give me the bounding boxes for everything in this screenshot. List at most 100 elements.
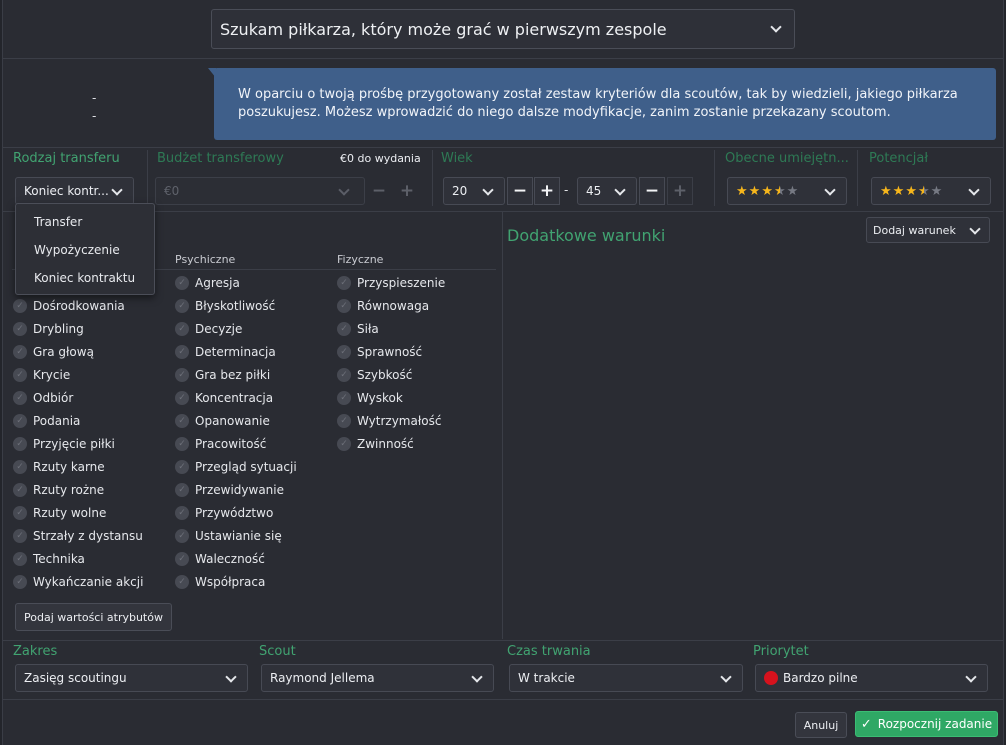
transfer-type-label: Rodzaj transferu bbox=[13, 151, 120, 166]
budget-decrease-button[interactable]: − bbox=[366, 177, 392, 205]
attribute-item[interactable]: ✓ Wykańczanie akcji bbox=[13, 570, 143, 593]
scout-select[interactable]: Raymond Jellema bbox=[261, 664, 494, 692]
attribute-label: Decyzje bbox=[195, 321, 243, 336]
attribute-item[interactable]: ✓ Przyjęcie piłki bbox=[13, 432, 143, 455]
request-select[interactable]: Szukam piłkarza, który może grać w pierw… bbox=[211, 9, 795, 49]
attribute-item[interactable]: ✓ Dośrodkowania bbox=[13, 294, 143, 317]
divider bbox=[432, 150, 433, 206]
attribute-item[interactable]: ✓ Przewidywanie bbox=[175, 478, 297, 501]
check-icon: ✓ bbox=[337, 413, 351, 428]
divider bbox=[147, 150, 148, 206]
attribute-item[interactable]: ✓ Determinacja bbox=[175, 340, 297, 363]
age-max-increase-button[interactable]: + bbox=[667, 177, 693, 205]
scout-value: Raymond Jellema bbox=[270, 671, 375, 685]
attribute-item[interactable]: ✓ Zwinność bbox=[337, 432, 445, 455]
star-icon: ★ bbox=[892, 183, 905, 199]
physical-attributes: ✓ Przyspieszenie ✓ Równowaga ✓ Siła ✓ Sprawn… bbox=[337, 271, 445, 455]
attribute-item[interactable]: ✓ Sprawność bbox=[337, 340, 445, 363]
attribute-item[interactable]: ✓ Decyzje bbox=[175, 317, 297, 340]
attribute-item[interactable]: ✓ Równowaga bbox=[337, 294, 445, 317]
age-max-select[interactable]: 45 bbox=[577, 177, 637, 205]
check-icon: ✓ bbox=[175, 505, 189, 520]
attribute-item[interactable]: ✓ Strzały z dystansu bbox=[13, 524, 143, 547]
attribute-item[interactable]: ✓ Rzuty wolne bbox=[13, 501, 143, 524]
star-rating: ★ ★ ★ ★ ★ bbox=[736, 184, 798, 199]
attribute-item[interactable]: ✓ Agresja bbox=[175, 271, 297, 294]
age-min-select[interactable]: 20 bbox=[443, 177, 505, 205]
budget-increase-button[interactable]: + bbox=[394, 177, 420, 205]
attribute-item[interactable]: ✓ Wytrzymałość bbox=[337, 409, 445, 432]
chevron-down-icon bbox=[338, 184, 350, 196]
attribute-item[interactable]: ✓ Ustawianie się bbox=[175, 524, 297, 547]
attribute-label: Gra głową bbox=[33, 344, 94, 359]
transfer-type-select[interactable]: Koniec kontr... bbox=[15, 177, 134, 205]
age-separator: - bbox=[564, 183, 569, 197]
menu-item-end-of-contract[interactable]: Koniec kontraktu bbox=[16, 264, 154, 292]
attribute-label: Wyskok bbox=[357, 390, 403, 405]
check-icon: ✓ bbox=[337, 321, 351, 336]
start-task-button[interactable]: ✓ Rozpocznij zadanie bbox=[855, 711, 998, 737]
placeholder-line: - bbox=[92, 109, 97, 123]
attribute-label: Przewidywanie bbox=[195, 482, 284, 497]
check-icon: ✓ bbox=[13, 436, 27, 451]
attribute-item[interactable]: ✓ Technika bbox=[13, 547, 143, 570]
attribute-item[interactable]: ✓ Gra głową bbox=[13, 340, 143, 363]
cancel-button[interactable]: Anuluj bbox=[795, 712, 847, 738]
check-icon: ✓ bbox=[175, 275, 189, 290]
attribute-item[interactable]: ✓ Drybling bbox=[13, 317, 143, 340]
attribute-label: Rzuty karne bbox=[33, 459, 105, 474]
check-icon: ✓ bbox=[13, 321, 27, 336]
attribute-item[interactable]: ✓ Podania bbox=[13, 409, 143, 432]
attribute-item[interactable]: ✓ Siła bbox=[337, 317, 445, 340]
add-condition-button[interactable]: Dodaj warunek bbox=[866, 217, 990, 243]
current-ability-select[interactable]: ★ ★ ★ ★ ★ bbox=[727, 177, 847, 205]
attribute-item[interactable]: ✓ Wyskok bbox=[337, 386, 445, 409]
attribute-item[interactable]: ✓ Pracowitość bbox=[175, 432, 297, 455]
physical-header: Fizyczne bbox=[337, 253, 384, 266]
attribute-item[interactable]: ✓ Opanowanie bbox=[175, 409, 297, 432]
menu-item-transfer[interactable]: Transfer bbox=[16, 208, 154, 236]
current-ability-label: Obecne umiejętn... bbox=[725, 151, 849, 166]
potential-select[interactable]: ★ ★ ★ ★ ★ bbox=[871, 177, 991, 205]
age-min-decrease-button[interactable]: − bbox=[507, 177, 533, 205]
attribute-item[interactable]: ✓ Współpraca bbox=[175, 570, 297, 593]
duration-value: W trakcie bbox=[518, 671, 575, 685]
attribute-item[interactable]: ✓ Krycie bbox=[13, 363, 143, 386]
info-message: W oparciu o twoją prośbę przygotowany zo… bbox=[208, 68, 996, 140]
divider bbox=[3, 699, 1003, 700]
attribute-item[interactable]: ✓ Przegląd sytuacji bbox=[175, 455, 297, 478]
check-icon: ✓ bbox=[175, 344, 189, 359]
attribute-label: Ustawianie się bbox=[195, 528, 282, 543]
priority-indicator-icon bbox=[764, 671, 778, 685]
range-label: Zakres bbox=[13, 644, 58, 659]
give-attribute-values-button[interactable]: Podaj wartości atrybutów bbox=[15, 603, 172, 631]
attribute-label: Przywództwo bbox=[195, 505, 274, 520]
age-min-increase-button[interactable]: + bbox=[534, 177, 560, 205]
priority-select[interactable]: Bardzo pilne bbox=[755, 664, 988, 692]
attribute-label: Koncentracja bbox=[195, 390, 274, 405]
divider bbox=[714, 150, 715, 206]
range-select[interactable]: Zasięg scoutingu bbox=[15, 664, 248, 692]
attribute-label: Współpraca bbox=[195, 574, 266, 589]
attribute-item[interactable]: ✓ Rzuty karne bbox=[13, 455, 143, 478]
budget-available: €0 do wydania bbox=[340, 152, 421, 165]
attribute-item[interactable]: ✓ Przywództwo bbox=[175, 501, 297, 524]
attribute-item[interactable]: ✓ Odbiór bbox=[13, 386, 143, 409]
age-label: Wiek bbox=[441, 151, 473, 166]
attribute-item[interactable]: ✓ Szybkość bbox=[337, 363, 445, 386]
attribute-label: Wykańczanie akcji bbox=[33, 574, 144, 589]
attribute-item[interactable]: ✓ Koncentracja bbox=[175, 386, 297, 409]
attribute-label: Agresja bbox=[195, 275, 240, 290]
budget-input[interactable]: €0 bbox=[155, 177, 365, 205]
attribute-item[interactable]: ✓ Rzuty rożne bbox=[13, 478, 143, 501]
duration-select[interactable]: W trakcie bbox=[509, 664, 743, 692]
attribute-item[interactable]: ✓ Błyskotliwość bbox=[175, 294, 297, 317]
age-max-decrease-button[interactable]: − bbox=[639, 177, 665, 205]
attribute-item[interactable]: ✓ Przyspieszenie bbox=[337, 271, 445, 294]
attribute-item[interactable]: ✓ Gra bez piłki bbox=[175, 363, 297, 386]
divider bbox=[502, 212, 503, 639]
attribute-item[interactable]: ✓ Waleczność bbox=[175, 547, 297, 570]
chevron-down-icon bbox=[225, 671, 237, 683]
technical-attributes: ✓ Dośrodkowania ✓ Drybling ✓ Gra głową ✓ Kry… bbox=[13, 294, 143, 593]
menu-item-loan[interactable]: Wypożyczenie bbox=[16, 236, 154, 264]
